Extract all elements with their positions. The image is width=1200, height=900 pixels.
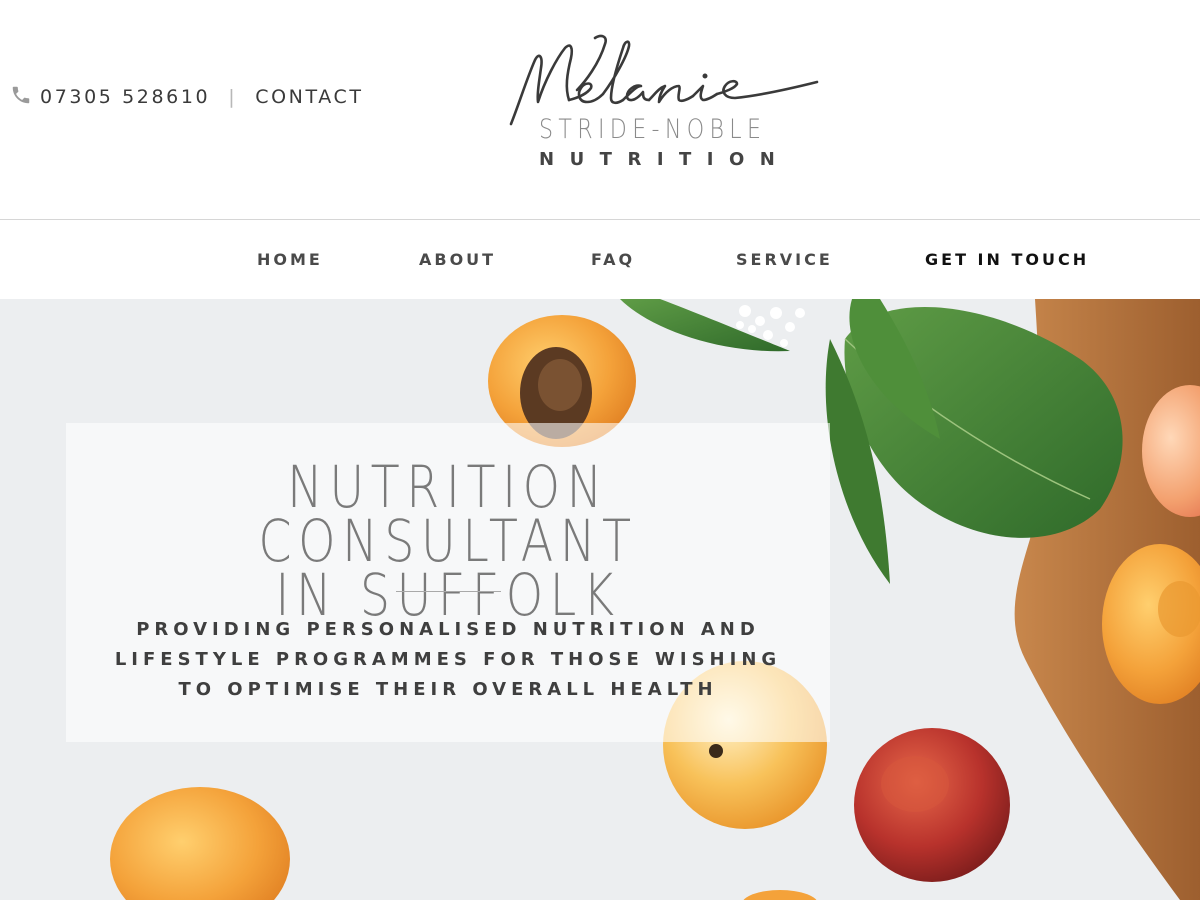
hero-text-card: NUTRITION CONSULTANT IN SUFFOLK PROVIDIN…: [66, 423, 830, 742]
nav-item-get-in-touch[interactable]: GET IN TOUCH: [925, 250, 1089, 269]
nav-item-about[interactable]: ABOUT: [419, 250, 496, 269]
site-header: 07305 528610 | CONTACT STRIDE-NOBLE NUTR…: [0, 0, 1200, 219]
hero-title: NUTRITION CONSULTANT IN SUFFOLK: [135, 453, 761, 629]
phone-icon: [12, 86, 30, 104]
hero-subtitle: PROVIDING PERSONALISED NUTRITION AND LIF…: [86, 615, 810, 705]
nav-item-service[interactable]: SERVICE: [736, 250, 833, 269]
hero-title-line: IN SUFFOLK: [275, 561, 621, 629]
hero-section: NUTRITION CONSULTANT IN SUFFOLK PROVIDIN…: [0, 299, 1200, 900]
logo-subtitle: STRIDE-NOBLE: [539, 114, 767, 145]
main-nav: HOME ABOUT FAQ SERVICE GET IN TOUCH: [0, 219, 1200, 299]
phone-number-link[interactable]: 07305 528610: [40, 86, 210, 108]
hero-divider: [396, 591, 501, 592]
hero-subtitle-line: TO OPTIMISE THEIR OVERALL HEALTH: [178, 679, 718, 700]
site-logo[interactable]: STRIDE-NOBLE NUTRITION: [505, 30, 825, 175]
contact-link[interactable]: CONTACT: [255, 86, 363, 108]
header-contact-line: 07305 528610 | CONTACT: [10, 86, 364, 108]
hero-subtitle-line: LIFESTYLE PROGRAMMES FOR THOSE WISHING: [114, 649, 782, 670]
hero-title-line: NUTRITION CONSULTANT: [258, 453, 638, 575]
header-separator: |: [228, 86, 238, 108]
nav-item-faq[interactable]: FAQ: [591, 250, 635, 269]
nav-item-home[interactable]: HOME: [257, 250, 323, 269]
hero-subtitle-line: PROVIDING PERSONALISED NUTRITION AND: [136, 619, 760, 640]
logo-tagline: NUTRITION: [539, 149, 791, 170]
